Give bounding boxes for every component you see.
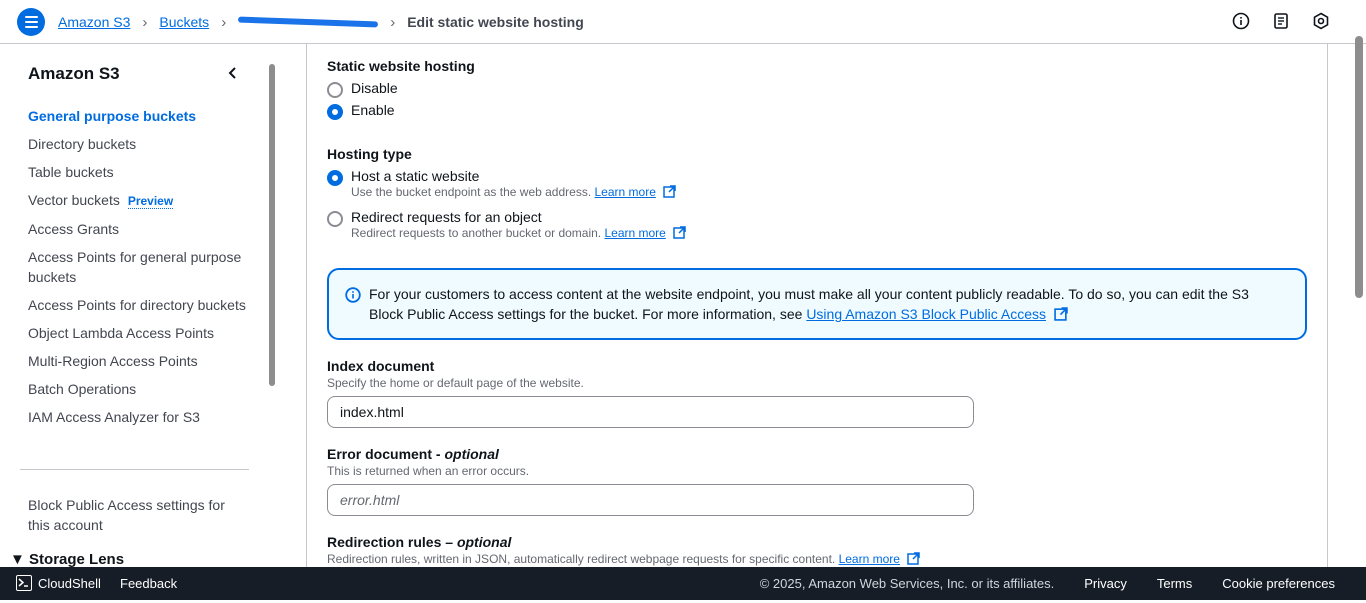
breadcrumb-amazon-s3[interactable]: Amazon S3	[58, 14, 130, 30]
copyright-text: © 2025, Amazon Web Services, Inc. or its…	[759, 576, 1055, 591]
breadcrumb: Amazon S3 › Buckets › › Edit static webs…	[58, 0, 584, 44]
chevron-left-icon[interactable]	[226, 66, 240, 85]
breadcrumb-bucket-name-redacted[interactable]	[238, 16, 379, 28]
sidebar-item-vector-buckets[interactable]: Vector buckets Preview	[28, 190, 258, 211]
breadcrumb-current: Edit static website hosting	[407, 14, 584, 30]
index-document-label: Index document	[327, 358, 435, 374]
radio-disable[interactable]: Disable	[327, 80, 475, 98]
sidebar-item-block-public-access[interactable]: Block Public Access settings for this ac…	[28, 495, 248, 535]
label-text: Redirection rules	[327, 534, 442, 550]
error-document-section: Error document - optional This is return…	[327, 446, 529, 478]
sidebar-section-label: Storage Lens	[29, 551, 125, 567]
settings-icon[interactable]	[1312, 12, 1330, 30]
sidebar-item-access-points-directory[interactable]: Access Points for directory buckets	[28, 295, 258, 315]
sidebar-item-label: Vector buckets	[28, 192, 120, 208]
description-text: Use the bucket endpoint as the web addre…	[351, 185, 592, 199]
chevron-right-icon: ›	[221, 13, 227, 31]
sidebar: Amazon S3 General purpose buckets Direct…	[0, 44, 280, 567]
description-text: Redirection rules, written in JSON, auto…	[327, 552, 836, 566]
radio-label: Host a static website	[351, 168, 480, 184]
notes-icon[interactable]	[1272, 12, 1290, 30]
redirection-rules-desc: Redirection rules, written in JSON, auto…	[327, 552, 1227, 566]
index-document-input[interactable]	[327, 396, 974, 428]
info-alert: For your customers to access content at …	[327, 268, 1307, 340]
radio-description: Redirect requests to another bucket or d…	[351, 226, 686, 240]
sidebar-item-batch-operations[interactable]: Batch Operations	[28, 379, 258, 399]
radio-label: Disable	[351, 80, 398, 96]
radio-enable[interactable]: Enable	[327, 102, 475, 120]
main-panel: Static website hosting Disable Enable Ho…	[306, 44, 1328, 567]
learn-more-link[interactable]: Learn more	[839, 552, 900, 566]
radio-button-unchecked[interactable]	[327, 211, 343, 227]
external-link-icon	[673, 226, 686, 239]
learn-more-link[interactable]: Learn more	[604, 226, 665, 240]
radio-redirect[interactable]: Redirect requests for an object Redirect…	[327, 209, 927, 240]
description-text: Redirect requests to another bucket or d…	[351, 226, 602, 240]
cookie-preferences-link[interactable]: Cookie preferences	[1222, 576, 1335, 591]
sidebar-item-access-grants[interactable]: Access Grants	[28, 219, 258, 239]
preview-badge[interactable]: Preview	[127, 194, 174, 209]
sidebar-section-storage-lens[interactable]: ▼ Storage Lens	[10, 551, 124, 567]
top-icon-group	[1232, 12, 1330, 30]
menu-icon[interactable]	[17, 8, 45, 36]
external-link-icon	[663, 185, 676, 198]
page-scrollbar[interactable]	[1352, 32, 1364, 567]
optional-text: optional	[444, 446, 499, 462]
redirection-rules-section: Redirection rules – optional Redirection…	[327, 534, 1227, 566]
footer-links: © 2025, Amazon Web Services, Inc. or its…	[760, 576, 1335, 591]
sidebar-item-table-buckets[interactable]: Table buckets	[28, 162, 258, 182]
label-text: Error document	[327, 446, 433, 462]
page-scrollbar-thumb[interactable]	[1355, 36, 1363, 298]
caret-down-icon: ▼	[10, 551, 25, 567]
sidebar-title: Amazon S3	[28, 64, 120, 83]
cloudshell-label: CloudShell	[38, 575, 101, 591]
sidebar-item-access-points-general[interactable]: Access Points for general purpose bucket…	[28, 247, 258, 287]
feedback-link[interactable]: Feedback	[120, 576, 177, 591]
radio-description: Use the bucket endpoint as the web addre…	[351, 185, 676, 199]
hosting-type-section: Hosting type Host a static website Use t…	[327, 146, 927, 240]
info-icon[interactable]	[1232, 12, 1250, 30]
external-link-icon	[907, 552, 921, 565]
redirection-rules-label: Redirection rules – optional	[327, 534, 512, 550]
radio-host-static[interactable]: Host a static website Use the bucket end…	[327, 168, 927, 199]
static-hosting-label: Static website hosting	[327, 58, 475, 74]
radio-button-unchecked[interactable]	[327, 82, 343, 98]
error-document-input[interactable]	[327, 484, 974, 516]
radio-button-checked[interactable]	[327, 104, 343, 120]
index-document-desc: Specify the home or default page of the …	[327, 376, 584, 390]
terminal-icon	[16, 575, 32, 591]
sidebar-scrollbar[interactable]	[267, 60, 277, 565]
info-circle-icon	[345, 287, 361, 303]
radio-label: Enable	[351, 102, 395, 118]
error-document-desc: This is returned when an error occurs.	[327, 464, 530, 478]
terms-link[interactable]: Terms	[1157, 576, 1192, 591]
sidebar-item-object-lambda[interactable]: Object Lambda Access Points	[28, 323, 258, 343]
optional-text: optional	[456, 534, 512, 550]
error-document-label: Error document - optional	[327, 446, 499, 462]
chevron-right-icon: ›	[390, 13, 396, 31]
chevron-right-icon: ›	[142, 13, 148, 31]
sidebar-divider	[20, 469, 249, 470]
index-document-section: Index document Specify the home or defau…	[327, 358, 584, 390]
radio-button-checked[interactable]	[327, 170, 343, 186]
sidebar-item-multi-region[interactable]: Multi-Region Access Points	[28, 351, 258, 371]
cloudshell-button[interactable]: CloudShell	[16, 575, 101, 591]
static-hosting-section: Static website hosting Disable Enable	[327, 58, 475, 120]
sidebar-item-iam-access-analyzer[interactable]: IAM Access Analyzer for S3	[28, 407, 258, 427]
privacy-link[interactable]: Privacy	[1084, 576, 1127, 591]
block-public-access-link[interactable]: Using Amazon S3 Block Public Access	[806, 306, 1046, 322]
external-link-icon	[1054, 307, 1068, 321]
top-navigation-bar: Amazon S3 › Buckets › › Edit static webs…	[0, 0, 1366, 44]
sidebar-item-directory-buckets[interactable]: Directory buckets	[28, 134, 258, 154]
hosting-type-label: Hosting type	[327, 146, 412, 162]
sidebar-scrollbar-thumb[interactable]	[269, 64, 275, 386]
breadcrumb-buckets[interactable]: Buckets	[159, 14, 209, 30]
sidebar-item-general-purpose-buckets[interactable]: General purpose buckets	[28, 106, 258, 126]
radio-label: Redirect requests for an object	[351, 209, 542, 225]
sidebar-nav: General purpose buckets Directory bucket…	[28, 106, 258, 435]
footer: CloudShell Feedback © 2025, Amazon Web S…	[0, 567, 1366, 600]
learn-more-link[interactable]: Learn more	[595, 185, 656, 199]
